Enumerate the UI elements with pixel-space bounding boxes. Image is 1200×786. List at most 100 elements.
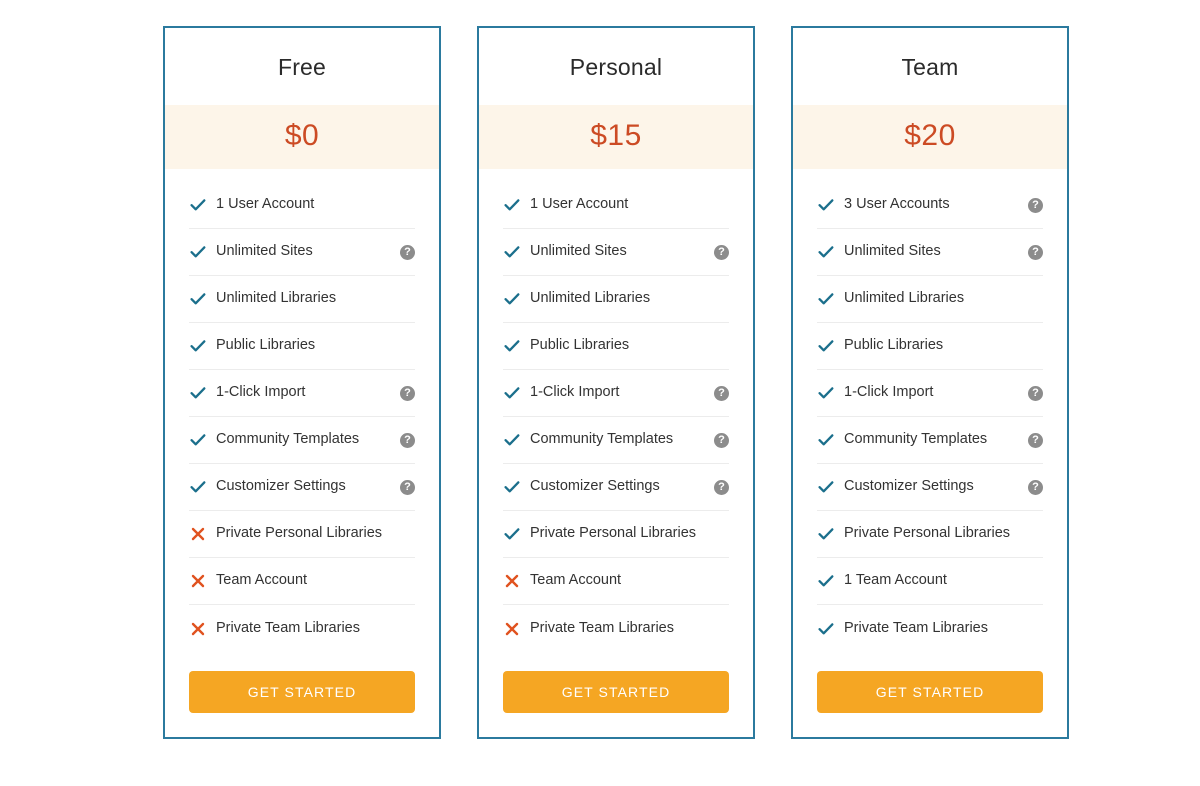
help-icon[interactable]: ?: [714, 479, 729, 495]
help-icon-placeholder: [714, 339, 729, 354]
help-icon[interactable]: ?: [1028, 385, 1043, 401]
plan-price: $15: [590, 119, 642, 152]
help-icon[interactable]: ?: [1028, 432, 1043, 448]
feature-label: 1-Click Import: [216, 384, 306, 401]
feature-row: 1 User Account: [189, 182, 415, 229]
feature-label: Private Personal Libraries: [216, 525, 383, 542]
help-icon-placeholder: [714, 574, 729, 589]
feature-label: 1 User Account: [216, 196, 315, 213]
feature-row: Customizer Settings?: [189, 464, 415, 511]
cross-icon: [503, 574, 521, 588]
check-icon: [503, 291, 521, 307]
feature-label: Community Templates: [216, 431, 360, 448]
help-icon-placeholder: [1028, 574, 1043, 589]
help-icon[interactable]: ?: [1028, 479, 1043, 495]
cross-icon: [189, 622, 207, 636]
plan-price-band: $0: [165, 105, 439, 169]
feature-row: Team Account: [189, 558, 415, 605]
check-icon: [189, 338, 207, 354]
feature-label: Public Libraries: [216, 337, 316, 354]
check-icon: [817, 244, 835, 260]
feature-row: Customizer Settings?: [503, 464, 729, 511]
check-icon: [503, 479, 521, 495]
check-icon: [817, 432, 835, 448]
help-icon[interactable]: ?: [400, 244, 415, 260]
feature-label: Unlimited Libraries: [216, 290, 337, 307]
feature-label: Private Team Libraries: [216, 619, 360, 636]
feature-row: Community Templates?: [503, 417, 729, 464]
help-icon-placeholder: [400, 621, 415, 636]
feature-label: Private Personal Libraries: [530, 525, 697, 542]
check-icon: [817, 573, 835, 589]
help-icon[interactable]: ?: [400, 479, 415, 495]
feature-label: 1 Team Account: [844, 572, 947, 589]
pricing-table: Free $0 1 User Account Unlimited Sites? Unli…: [0, 0, 1200, 786]
help-icon[interactable]: ?: [714, 432, 729, 448]
help-icon[interactable]: ?: [1028, 244, 1043, 260]
check-icon: [189, 479, 207, 495]
help-icon[interactable]: ?: [1028, 197, 1043, 213]
feature-label: Community Templates: [530, 431, 674, 448]
feature-label: Customizer Settings: [530, 478, 660, 495]
help-icon-placeholder: [400, 339, 415, 354]
help-icon[interactable]: ?: [714, 385, 729, 401]
feature-row: Public Libraries: [189, 323, 415, 370]
help-icon-placeholder: [714, 198, 729, 213]
plan-title: Team: [901, 54, 959, 80]
plan-price: $20: [904, 119, 956, 152]
pricing-card-list: Free $0 1 User Account Unlimited Sites? Unli…: [163, 26, 1069, 739]
feature-list: 1 User Account Unlimited Sites? Unlimited …: [479, 169, 753, 652]
feature-row: Community Templates?: [189, 417, 415, 464]
feature-row: Unlimited Libraries: [189, 276, 415, 323]
check-icon: [503, 432, 521, 448]
help-icon-placeholder: [1028, 527, 1043, 542]
cross-icon: [189, 527, 207, 541]
help-icon[interactable]: ?: [714, 244, 729, 260]
help-icon[interactable]: ?: [400, 385, 415, 401]
help-icon[interactable]: ?: [400, 432, 415, 448]
check-icon: [189, 244, 207, 260]
check-icon: [817, 479, 835, 495]
feature-row: Private Personal Libraries: [503, 511, 729, 558]
get-started-button[interactable]: GET STARTED: [817, 671, 1043, 713]
get-started-button[interactable]: GET STARTED: [189, 671, 415, 713]
feature-label: Unlimited Sites: [530, 243, 627, 260]
feature-row: Unlimited Libraries: [817, 276, 1043, 323]
check-icon: [817, 291, 835, 307]
feature-label: 1 User Account: [530, 196, 629, 213]
pricing-card-personal: Personal $15 1 User Account Unlimited Sites…: [477, 26, 755, 739]
plan-price-band: $20: [793, 105, 1067, 169]
plan-price: $0: [284, 119, 320, 152]
feature-label: Private Team Libraries: [530, 619, 674, 636]
feature-label: Private Personal Libraries: [844, 525, 1011, 542]
pricing-card-team: Team $20 3 User Accounts? Unlimited Sites? U…: [791, 26, 1069, 739]
check-icon: [189, 291, 207, 307]
feature-list: 1 User Account Unlimited Sites? Unlimited …: [165, 169, 439, 652]
feature-row: Customizer Settings?: [817, 464, 1043, 511]
cross-icon: [503, 622, 521, 636]
feature-row: Private Personal Libraries: [189, 511, 415, 558]
feature-row: Community Templates?: [817, 417, 1043, 464]
help-icon-placeholder: [714, 621, 729, 636]
help-icon-placeholder: [400, 292, 415, 307]
check-icon: [503, 526, 521, 542]
feature-list: 3 User Accounts? Unlimited Sites? Unlimite…: [793, 169, 1067, 652]
check-icon: [503, 338, 521, 354]
get-started-button[interactable]: GET STARTED: [503, 671, 729, 713]
feature-row: Unlimited Sites?: [817, 229, 1043, 276]
feature-row: 1 User Account: [503, 182, 729, 229]
check-icon: [503, 385, 521, 401]
check-icon: [189, 197, 207, 213]
feature-label: Unlimited Sites: [844, 243, 941, 260]
feature-row: Private Team Libraries: [189, 605, 415, 652]
plan-footer: GET STARTED: [479, 652, 753, 737]
plan-footer: GET STARTED: [793, 652, 1067, 737]
check-icon: [503, 197, 521, 213]
plan-footer: GET STARTED: [165, 652, 439, 737]
pricing-card-free: Free $0 1 User Account Unlimited Sites? Unli…: [163, 26, 441, 739]
feature-row: 1-Click Import?: [189, 370, 415, 417]
feature-row: Public Libraries: [817, 323, 1043, 370]
feature-row: Private Team Libraries: [503, 605, 729, 652]
feature-row: Private Team Libraries: [817, 605, 1043, 652]
cross-icon: [189, 574, 207, 588]
